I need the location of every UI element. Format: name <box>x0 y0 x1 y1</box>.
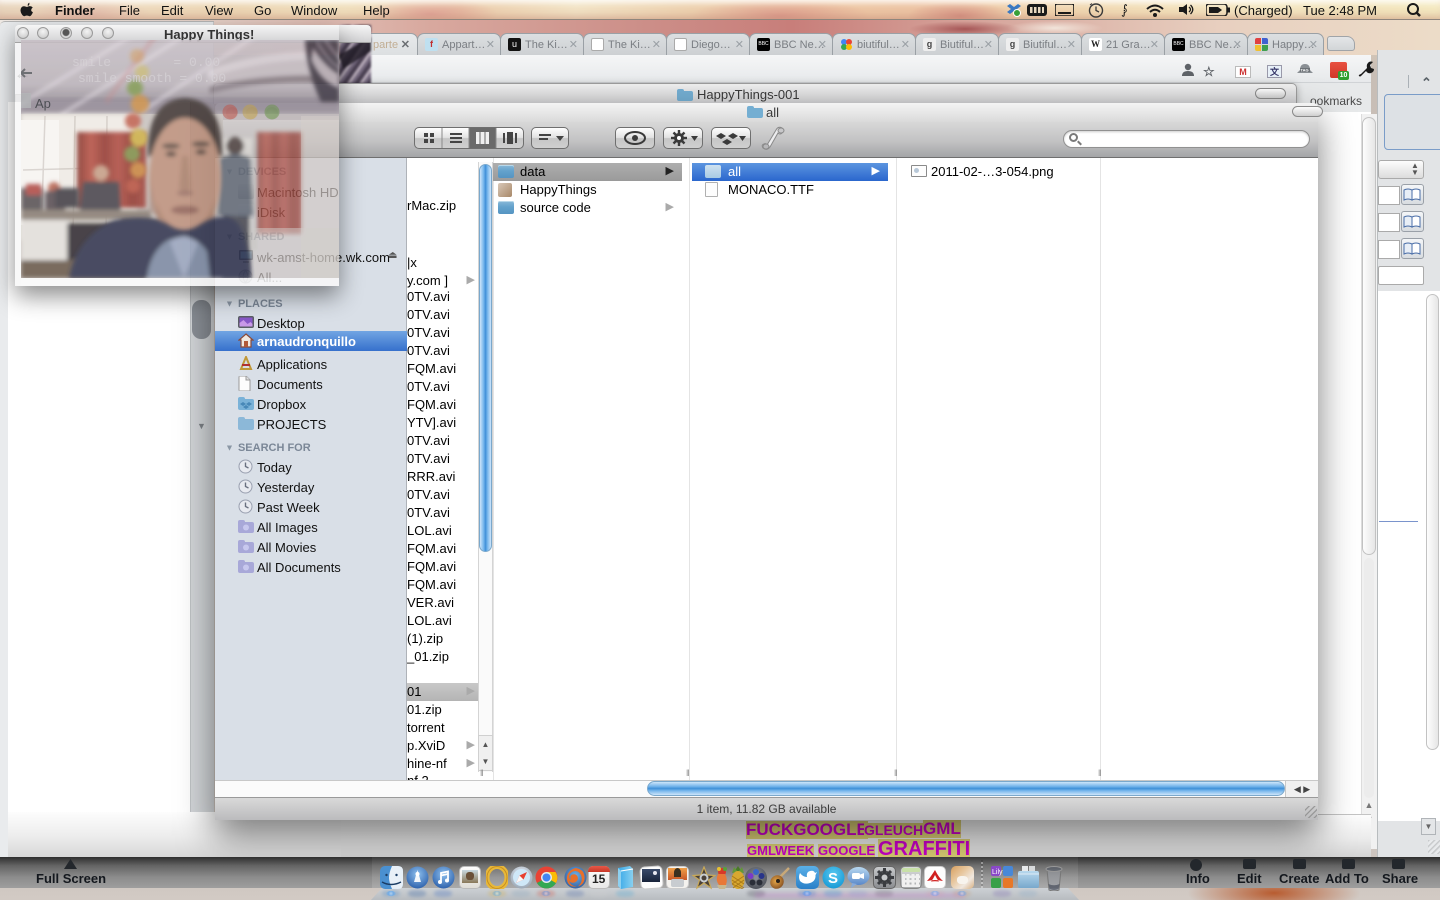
svg-text:Ap: Ap <box>35 96 51 111</box>
svg-text:TAG: TAG <box>1301 68 1309 73</box>
svg-text:Lily: Lily <box>992 869 1003 876</box>
svg-text:smile = 0.00: smile = 0.00 <box>72 55 220 70</box>
svg-text:smile smooth = 0.00: smile smooth = 0.00 <box>78 71 226 86</box>
svg-text:S: S <box>828 870 838 887</box>
